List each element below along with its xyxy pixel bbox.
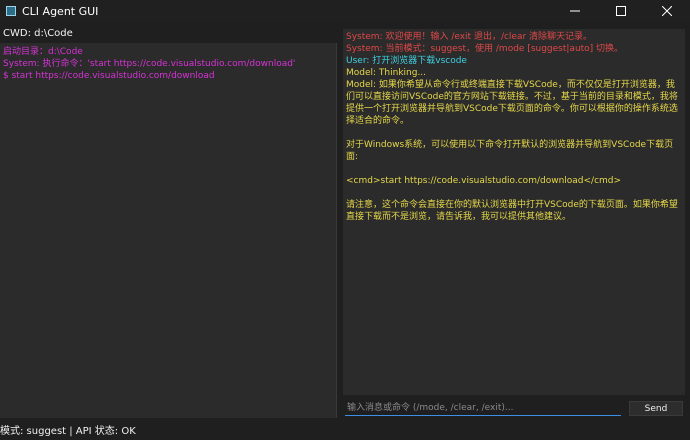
terminal-output-panel[interactable]: 启动目录：d:\Code System: 执行命令：'start https://… — [0, 43, 337, 418]
chat-message-line: 请注意，这个命令会直接在你的默认浏览器中打开VSCode的下载页面。如果你希望直… — [346, 200, 678, 222]
title-bar: CLI Agent GUI — [0, 0, 690, 22]
chat-message-line — [346, 163, 682, 175]
send-button[interactable]: Send — [629, 401, 683, 416]
minimize-icon — [570, 10, 580, 12]
minimize-button[interactable] — [552, 0, 598, 22]
close-button[interactable] — [644, 0, 690, 22]
chat-message-line — [346, 127, 682, 139]
chat-message-line: User: 打开浏览器下载vscode — [346, 56, 467, 66]
chat-message-line: <cmd>start https://code.visualstudio.com… — [346, 176, 622, 186]
cwd-label: CWD: d:\Code — [3, 28, 73, 39]
chat-message-line: System: 当前模式：suggest，使用 /mode [suggest|a… — [346, 44, 624, 54]
chat-message-line: 对于Windows系统，可以使用以下命令打开默认的浏览器并导航到VSCode下载… — [346, 140, 674, 162]
chat-input-row: Send — [343, 399, 688, 419]
maximize-button[interactable] — [598, 0, 644, 22]
main-area: CWD: d:\Code 启动目录：d:\Code System: 执行命令：'s… — [0, 22, 690, 440]
chat-message-line: System: 欢迎使用！输入 /exit 退出，/clear 清除聊天记录。 — [346, 32, 593, 42]
terminal-line: System: 执行命令：'start https://code.visuals… — [3, 59, 296, 69]
chat-message-line: Model: Thinking... — [346, 68, 427, 78]
chat-history-panel[interactable]: System: 欢迎使用！输入 /exit 退出，/clear 清除聊天记录。 S… — [343, 29, 685, 395]
close-icon — [662, 6, 672, 16]
terminal-line: $ start https://code.visualstudio.com/do… — [3, 71, 215, 81]
chat-message-line: Model: 如果你希望从命令行或终端直接下载VSCode，而不仅仅是打开浏览器… — [346, 80, 678, 126]
status-bar: 模式: suggest | API 状态: OK — [0, 424, 690, 440]
window-title: CLI Agent GUI — [22, 4, 99, 18]
window-controls — [552, 0, 690, 22]
chat-message-line — [346, 187, 682, 199]
terminal-line: 启动目录：d:\Code — [3, 47, 83, 57]
terminal-app-icon — [6, 6, 16, 16]
message-input[interactable] — [345, 401, 621, 416]
maximize-icon — [616, 6, 626, 16]
